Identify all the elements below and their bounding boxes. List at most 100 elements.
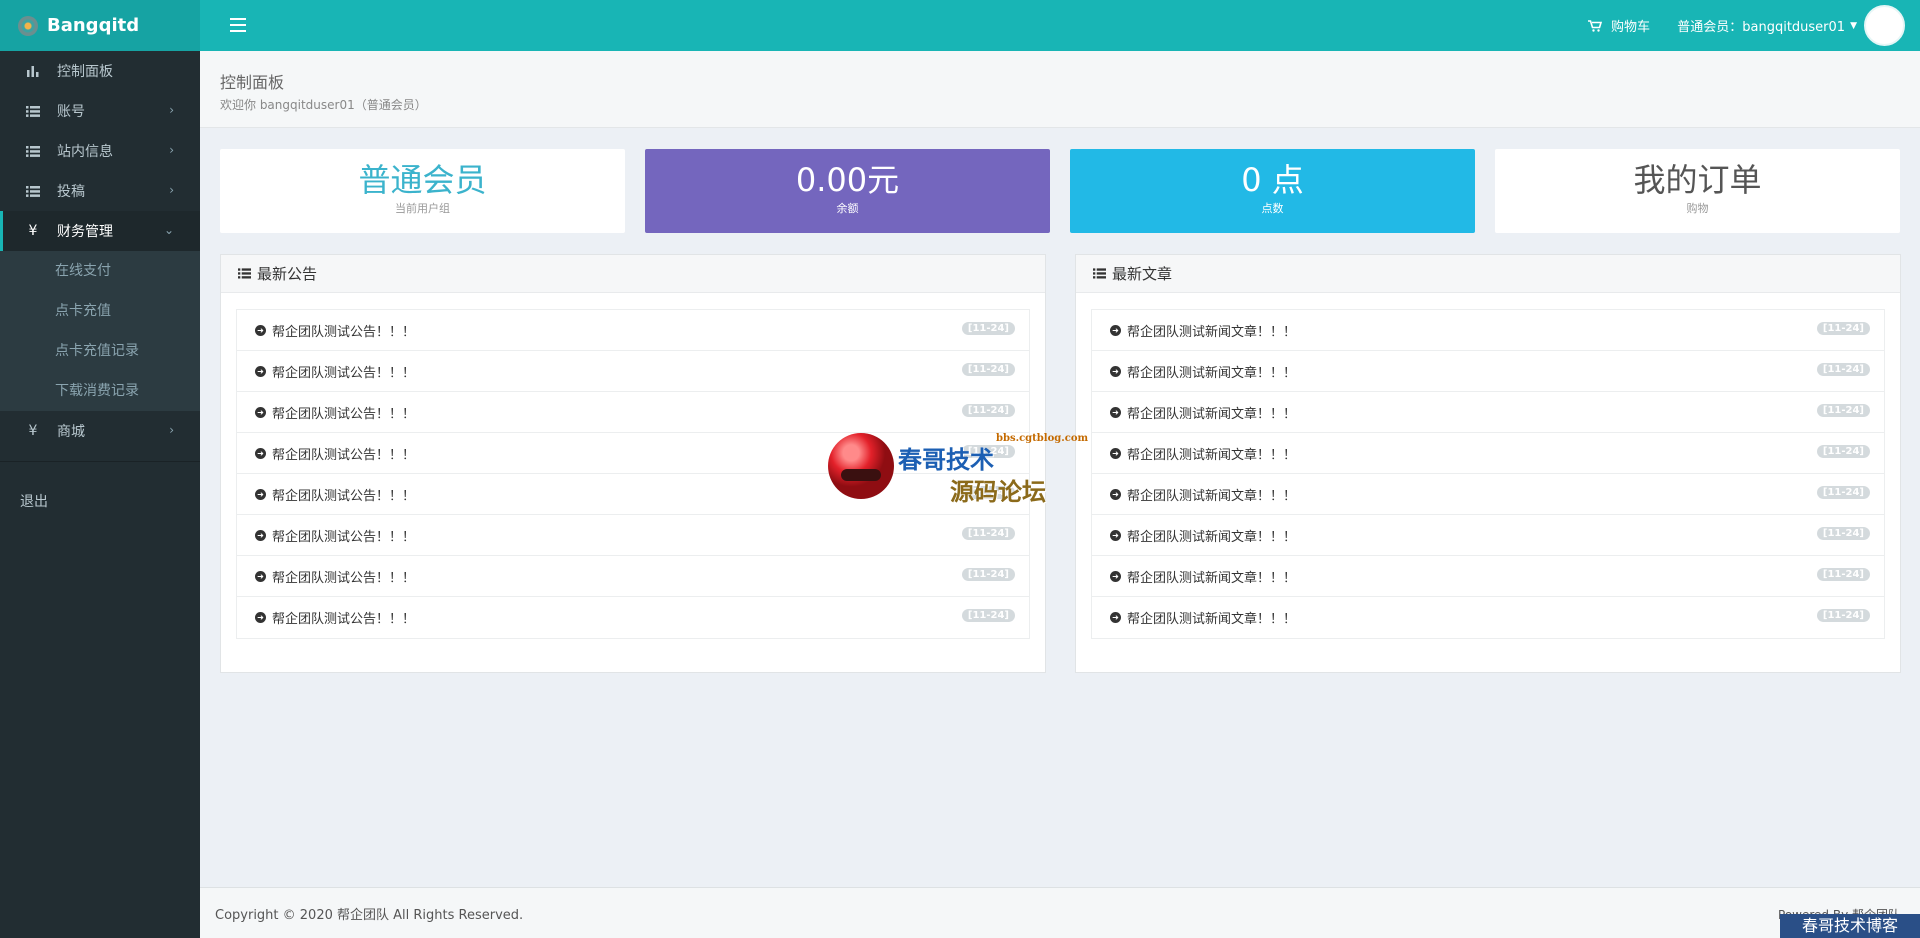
circle-arrow-right-icon: ➜	[1110, 447, 1121, 459]
date-badge: [11-24]	[1816, 445, 1870, 458]
list-item-text: 帮企团队测试新闻文章！！！	[1127, 447, 1297, 463]
list-item[interactable]: ➜ 帮企团队测试公告！！！ [11-24]	[237, 351, 1029, 392]
date-badge: [11-24]	[961, 363, 1015, 376]
list-item[interactable]: ➜ 帮企团队测试公告！！！ [11-24]	[237, 515, 1029, 556]
date-badge: [11-24]	[1816, 568, 1870, 581]
stat-value: 0 点	[1241, 161, 1304, 199]
list-item-text: 帮企团队测试公告！！！	[272, 365, 416, 381]
page-subtitle: 欢迎你 bangqitduser01（普通会员）	[220, 98, 427, 112]
stat-user-group: 普通会员 当前用户组	[220, 149, 625, 233]
stat-balance: 0.00元 余额	[645, 149, 1050, 233]
list-item[interactable]: ➜ 帮企团队测试公告！！！ [11-24]	[237, 556, 1029, 597]
finance-submenu: 在线支付 点卡充值 点卡充值记录 下载消费记录	[0, 251, 200, 411]
list-item-text: 帮企团队测试公告！！！	[272, 447, 416, 463]
sidebar-item-finance[interactable]: ¥ 财务管理 ⌄	[0, 211, 200, 251]
list-item[interactable]: ➜ 帮企团队测试新闻文章！！！ [11-24]	[1092, 433, 1884, 474]
circle-arrow-right-icon: ➜	[1110, 324, 1121, 336]
panel-title: 最新公告	[257, 265, 318, 283]
list-item-text: 帮企团队测试新闻文章！！！	[1127, 324, 1297, 340]
submenu-item-online-payment[interactable]: 在线支付	[0, 251, 200, 291]
page-title: 控制面板	[220, 73, 285, 92]
list-item[interactable]: ➜ 帮企团队测试新闻文章！！！ [11-24]	[1092, 556, 1884, 597]
brand-logo[interactable]: Bangqitd	[0, 0, 200, 51]
chevron-right-icon: ›	[169, 423, 174, 437]
avatar[interactable]	[1864, 5, 1905, 46]
circle-arrow-right-icon: ➜	[1110, 612, 1121, 623]
list-icon	[238, 268, 251, 279]
list-item[interactable]: ➜ 帮企团队测试公告！！！ [11-24]	[237, 474, 1029, 515]
stat-label: 当前用户组	[395, 202, 450, 215]
submenu-item-download-records[interactable]: 下载消费记录	[0, 371, 200, 411]
date-badge: [11-24]	[1816, 527, 1870, 540]
list-item-text: 帮企团队测试公告！！！	[272, 612, 416, 627]
stat-label: 点数	[1261, 202, 1284, 215]
date-badge: [11-24]	[1816, 609, 1870, 622]
sidebar-item-messages[interactable]: 站内信息 ›	[0, 131, 200, 171]
yen-icon: ¥	[28, 423, 38, 439]
sidebar-item-label: 账号	[57, 104, 85, 120]
sidebar-item-shop[interactable]: ¥ 商城 ›	[0, 411, 200, 451]
list-item[interactable]: ➜ 帮企团队测试新闻文章！！！ [11-24]	[1092, 474, 1884, 515]
sidebar-toggle-icon[interactable]	[230, 18, 246, 32]
yen-icon: ¥	[28, 223, 38, 239]
list-icon	[25, 105, 41, 117]
list-icon	[1093, 268, 1106, 279]
stat-label: 购物	[1686, 202, 1709, 215]
sidebar-item-label: 控制面板	[57, 64, 113, 80]
article-list: ➜ 帮企团队测试新闻文章！！！ [11-24] ➜ 帮企团队测试新闻文章！！！ [11-…	[1091, 309, 1885, 639]
circle-arrow-right-icon: ➜	[255, 406, 266, 418]
list-item-text: 帮企团队测试公告！！！	[272, 324, 416, 340]
bar-chart-icon	[25, 65, 41, 77]
list-item[interactable]: ➜ 帮企团队测试新闻文章！！！ [11-24]	[1092, 597, 1884, 638]
sidebar-item-dashboard[interactable]: 控制面板	[0, 51, 200, 91]
chevron-right-icon: ›	[169, 103, 174, 117]
list-item-text: 帮企团队测试公告！！！	[272, 488, 416, 504]
list-item-text: 帮企团队测试公告！！！	[272, 529, 416, 545]
stat-value: 我的订单	[1633, 161, 1762, 199]
sidebar-item-submissions[interactable]: 投稿 ›	[0, 171, 200, 211]
list-item[interactable]: ➜ 帮企团队测试公告！！！ [11-24]	[237, 310, 1029, 351]
list-icon	[25, 185, 41, 197]
articles-panel: 最新文章 ➜ 帮企团队测试新闻文章！！！ [11-24] ➜ 帮企团队测试新闻文章！！…	[1075, 254, 1901, 673]
list-item-text: 帮企团队测试公告！！！	[272, 406, 416, 422]
date-badge: [11-24]	[961, 609, 1015, 622]
user-menu-dropdown[interactable]: 普通会员：bangqitduser01 ▼	[1677, 0, 1857, 51]
list-item[interactable]: ➜ 帮企团队测试新闻文章！！！ [11-24]	[1092, 351, 1884, 392]
date-badge: [11-24]	[961, 568, 1015, 581]
circle-arrow-right-icon: ➜	[255, 529, 266, 541]
stat-my-orders[interactable]: 我的订单 购物	[1495, 149, 1900, 233]
sidebar-item-label: 财务管理	[57, 224, 113, 240]
list-item[interactable]: ➜ 帮企团队测试新闻文章！！！ [11-24]	[1092, 515, 1884, 556]
list-item[interactable]: ➜ 帮企团队测试公告！！！ [11-24]	[237, 392, 1029, 433]
list-item[interactable]: ➜ 帮企团队测试新闻文章！！！ [11-24]	[1092, 392, 1884, 433]
list-item-text: 帮企团队测试新闻文章！！！	[1127, 570, 1297, 586]
sidebar: 控制面板 账号 › 站内信息 › 投稿 › ¥ 财务管理 ⌄ 在线支付 点卡充值…	[0, 51, 200, 938]
sidebar-item-label: 投稿	[57, 184, 85, 200]
sidebar-item-account[interactable]: 账号 ›	[0, 91, 200, 131]
panel-heading: 最新文章	[1076, 255, 1900, 293]
submenu-item-recharge-records[interactable]: 点卡充值记录	[0, 331, 200, 371]
chevron-right-icon: ›	[169, 183, 174, 197]
submenu-item-card-recharge[interactable]: 点卡充值	[0, 291, 200, 331]
panel-heading: 最新公告	[221, 255, 1045, 293]
circle-arrow-right-icon: ➜	[255, 612, 266, 623]
list-icon	[25, 145, 41, 157]
date-badge: [11-24]	[961, 322, 1015, 335]
list-item[interactable]: ➜ 帮企团队测试新闻文章！！！ [11-24]	[1092, 310, 1884, 351]
circle-arrow-right-icon: ➜	[255, 365, 266, 377]
sidebar-divider	[0, 461, 200, 462]
sidebar-item-label: 商城	[57, 424, 85, 440]
watermark-url: bbs.cgtblog.com	[996, 433, 1089, 444]
main-content: 控制面板 欢迎你 bangqitduser01（普通会员） 普通会员 当前用户组…	[200, 51, 1920, 938]
circle-arrow-right-icon: ➜	[255, 488, 266, 500]
logout-link[interactable]: 退出	[0, 482, 200, 522]
cart-label: 购物车	[1610, 20, 1650, 35]
list-item[interactable]: ➜ 帮企团队测试公告！！！ [11-24]	[237, 597, 1029, 638]
stat-value: 普通会员	[358, 161, 487, 199]
top-navbar: Bangqitd 购物车 普通会员：bangqitduser01 ▼	[0, 0, 1920, 51]
sidebar-item-label: 站内信息	[57, 144, 113, 160]
list-item-text: 帮企团队测试新闻文章！！！	[1127, 529, 1297, 545]
chevron-down-icon: ⌄	[163, 223, 174, 237]
cart-link[interactable]: 购物车	[1587, 0, 1650, 51]
stat-label: 余额	[836, 202, 859, 215]
